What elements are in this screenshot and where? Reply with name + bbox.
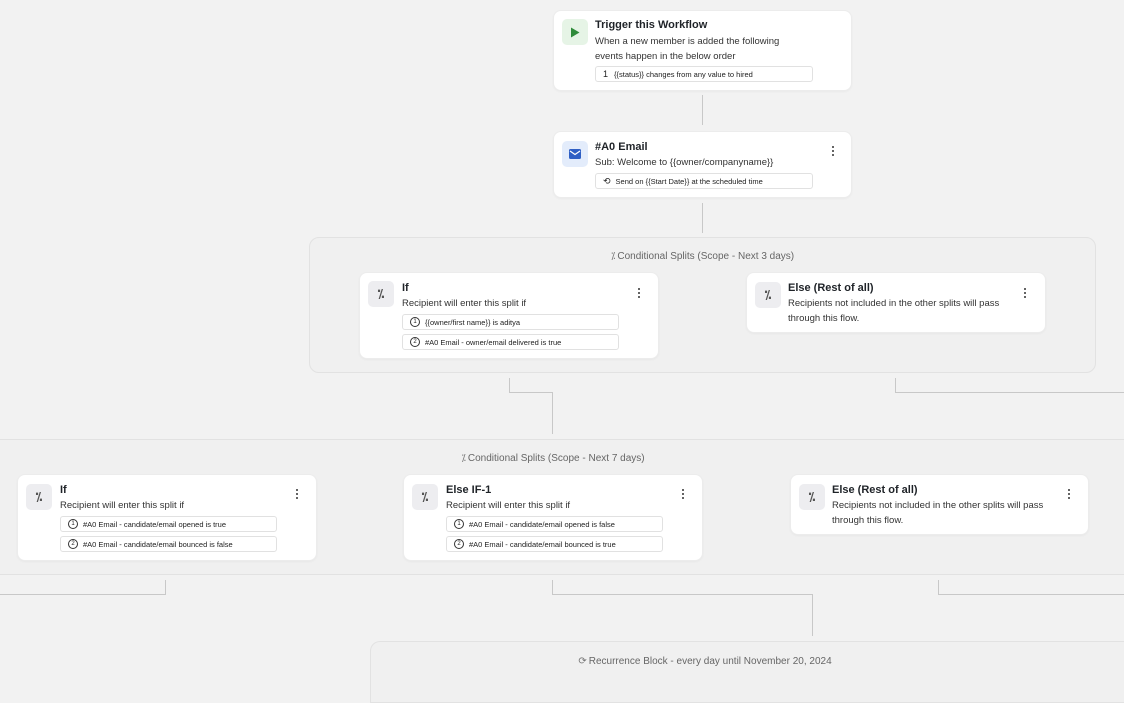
condition-number: 1 [410,317,420,327]
split-title: Else IF-1 [446,484,492,496]
condition-text: #A0 Email - candidate/email bounced is t… [469,539,616,549]
trigger-card[interactable]: Trigger this Workflow When a new member … [553,10,852,91]
repeat-icon: ⟳ [578,656,587,667]
split-title: If [402,282,409,294]
split-group-label: ⁒ Conditional Splits (Scope - Next 3 days… [610,251,795,262]
email-schedule[interactable]: ⟲ Send on {{Start Date}} at the schedule… [595,173,813,189]
condition-text: {{owner/first name}} is aditya [425,317,521,327]
connector-line [0,594,166,595]
connector-line [702,203,703,233]
connector-line [509,392,553,393]
condition-number: 2 [410,337,420,347]
connector-line [165,580,166,594]
trigger-condition[interactable]: 1 {{status}} changes from any value to h… [595,66,813,82]
condition-pill[interactable]: 2 #A0 Email - owner/email delivered is t… [402,334,619,350]
split-title: If [60,484,67,496]
split2-elseif-card[interactable]: ⁒ Else IF-1 Recipient will enter this sp… [403,474,703,561]
mail-icon [569,149,581,159]
split-subtitle: Recipient will enter this split if [60,500,185,511]
email-title: #A0 Email [595,141,648,153]
percent-split-icon: ⁒ [799,484,825,510]
percent-split-icon: ⁒ [26,484,52,510]
trigger-icon-box [562,19,588,45]
more-options-icon[interactable] [1019,286,1031,300]
split-subtitle: Recipient will enter this split if [446,500,571,511]
connector-line [509,378,510,392]
split2-else-card[interactable]: ⁒ Else (Rest of all) Recipients not incl… [790,474,1089,535]
connector-line [702,95,703,125]
more-options-icon[interactable] [291,487,303,501]
split1-else-card[interactable]: ⁒ Else (Rest of all) Recipients not incl… [746,272,1046,333]
connector-line [895,392,1124,393]
condition-number: 1 [454,519,464,529]
trigger-description: When a new member is added the following… [595,36,780,62]
condition-number: 2 [68,539,78,549]
condition-pill[interactable]: 1 #A0 Email - candidate/email opened is … [60,516,277,532]
split-title: Else (Rest of all) [832,484,918,496]
condition-pill[interactable]: 2 #A0 Email - candidate/email bounced is… [60,536,277,552]
connector-line [552,580,553,594]
condition-number: 1 [68,519,78,529]
condition-number: 2 [454,539,464,549]
condition-text: #A0 Email - candidate/email opened is fa… [469,519,615,529]
more-options-icon[interactable] [827,144,839,158]
condition-pill[interactable]: 2 #A0 Email - candidate/email bounced is… [446,536,663,552]
email-step-card[interactable]: #A0 Email Sub: Welcome to {{owner/compan… [553,131,852,198]
condition-pill[interactable]: 1 {{owner/first name}} is aditya [402,314,619,330]
split-subtitle: Recipients not included in the other spl… [832,500,1044,526]
connector-line [552,392,553,434]
connector-line [938,580,939,594]
percent-split-icon: ⁒ [412,484,438,510]
more-options-icon[interactable] [1063,487,1075,501]
more-options-icon[interactable] [677,487,689,501]
play-icon [571,27,580,37]
connector-line [938,594,1124,595]
percent-split-icon: ⁒ [461,453,466,464]
split2-if-card[interactable]: ⁒ If Recipient will enter this split if … [17,474,317,561]
percent-split-icon: ⁒ [610,251,616,262]
condition-text: #A0 Email - candidate/email bounced is f… [83,539,233,549]
condition-text: #A0 Email - owner/email delivered is tru… [425,337,562,347]
clock-icon: ⟲ [603,175,611,186]
schedule-text: Send on {{Start Date}} at the scheduled … [615,176,763,186]
email-subject: Sub: Welcome to {{owner/companyname}} [595,157,774,168]
percent-split-icon: ⁒ [368,281,394,307]
recurrence-label: ⟳ Recurrence Block - every day until Nove… [578,656,832,667]
trigger-title: Trigger this Workflow [595,19,708,31]
split1-if-card[interactable]: ⁒ If Recipient will enter this split if … [359,272,659,359]
condition-text: #A0 Email - candidate/email opened is tr… [83,519,226,529]
split-title: Else (Rest of all) [788,282,874,294]
split-group-label: ⁒ Conditional Splits (Scope - Next 7 days… [461,453,645,464]
condition-pill[interactable]: 1 #A0 Email - candidate/email opened is … [446,516,663,532]
more-options-icon[interactable] [633,286,645,300]
condition-text: {{status}} changes from any value to hir… [614,69,753,79]
recurrence-block: ⟳ Recurrence Block - every day until Nove… [370,641,1124,703]
split-subtitle: Recipients not included in the other spl… [788,298,1000,324]
condition-number: 1 [603,69,609,79]
connector-line [895,378,896,392]
split-subtitle: Recipient will enter this split if [402,298,527,309]
connector-line [812,594,813,636]
percent-split-icon: ⁒ [755,282,781,308]
email-icon-box [562,141,588,167]
connector-line [552,594,813,595]
